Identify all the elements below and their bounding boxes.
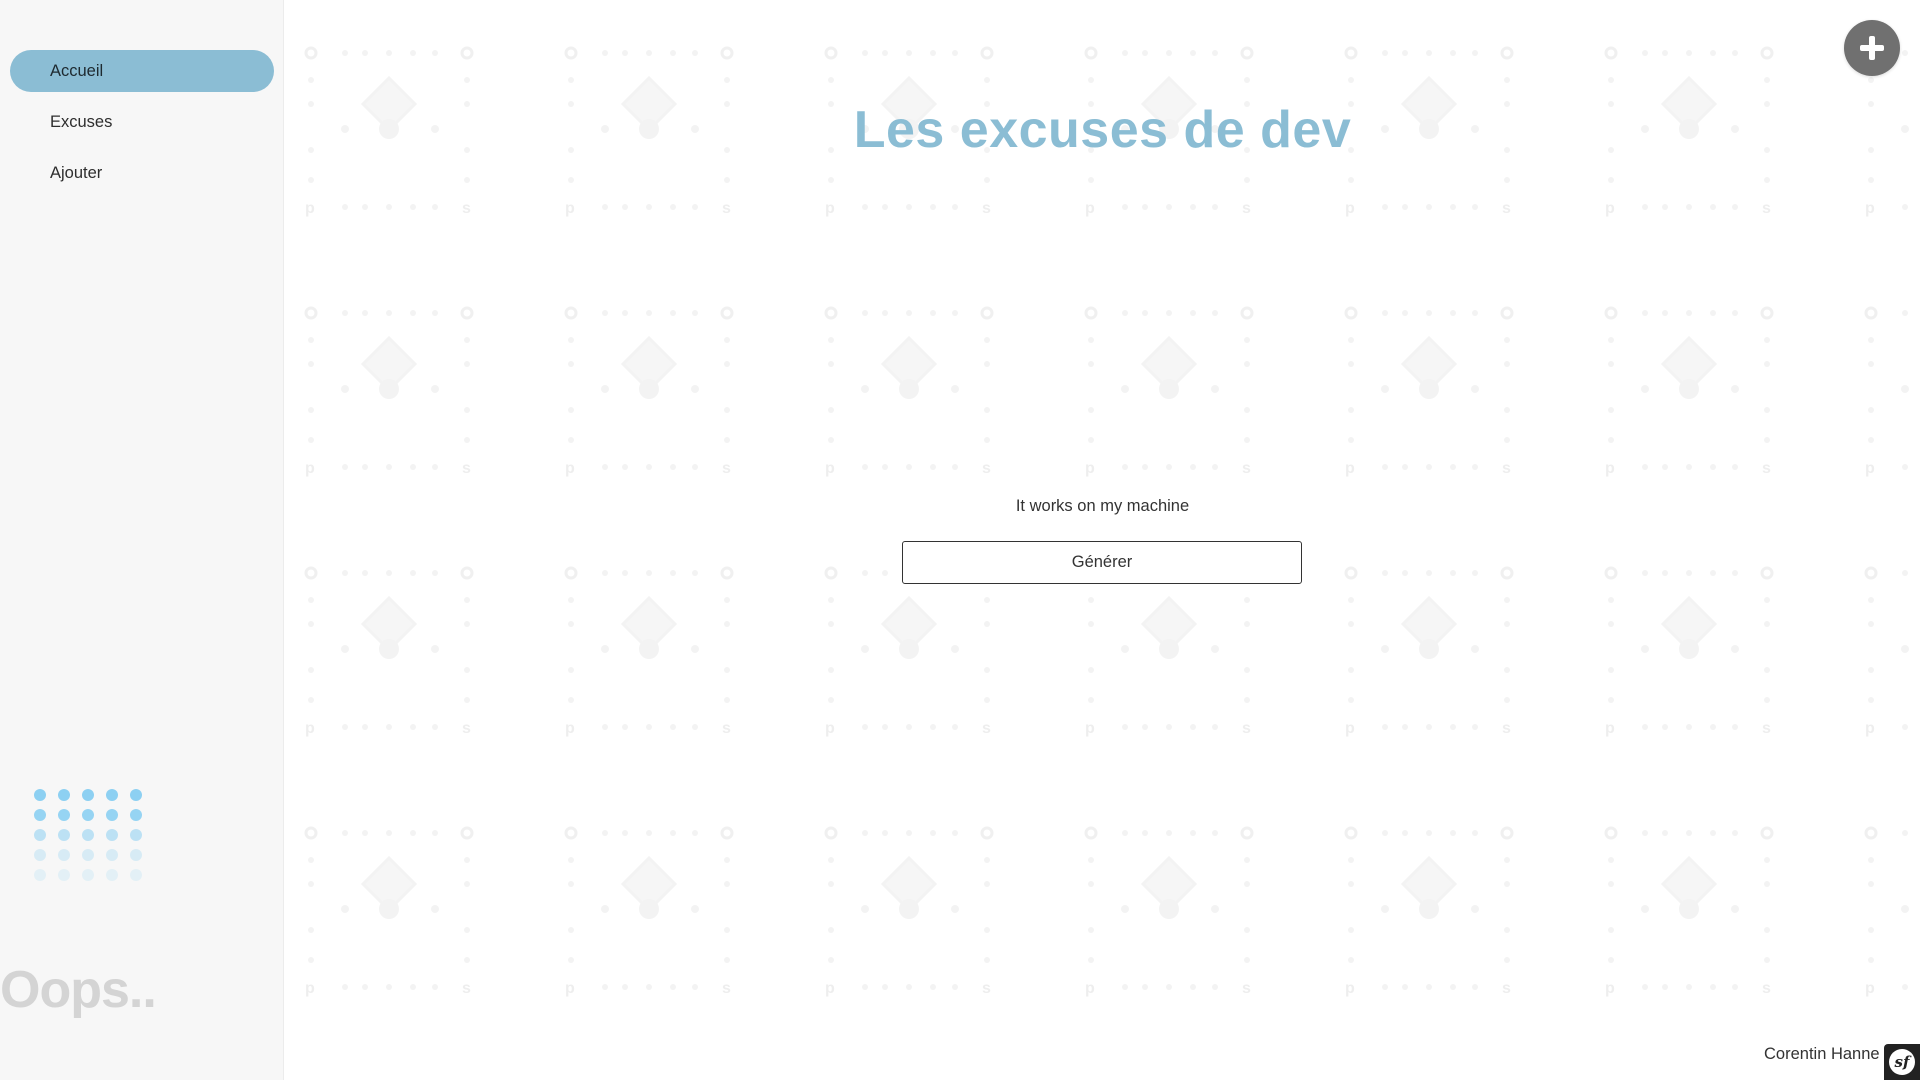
dots-decoration bbox=[34, 789, 142, 881]
decoration-dot bbox=[106, 789, 118, 801]
sidebar-item-ajouter[interactable]: Ajouter bbox=[10, 152, 274, 194]
decoration-dot bbox=[34, 829, 46, 841]
excuse-text: It works on my machine bbox=[1015, 497, 1190, 515]
sidebar: Accueil Excuses Ajouter Oops.. bbox=[0, 0, 284, 1080]
decoration-dot bbox=[106, 809, 118, 821]
add-button[interactable] bbox=[1844, 20, 1900, 76]
decoration-dot bbox=[106, 829, 118, 841]
background-pattern: p s bbox=[285, 0, 1920, 1080]
decoration-dot bbox=[130, 829, 142, 841]
symfony-icon: sf bbox=[1889, 1049, 1915, 1075]
oops-decoration-text: Oops.. bbox=[0, 961, 157, 1019]
page-title: Les excuses de dev bbox=[853, 101, 1352, 159]
decoration-dot bbox=[58, 789, 70, 801]
decoration-dot bbox=[130, 809, 142, 821]
sidebar-item-accueil[interactable]: Accueil bbox=[10, 50, 274, 92]
decoration-dot bbox=[130, 789, 142, 801]
decoration-dot bbox=[130, 869, 142, 881]
decoration-dot bbox=[58, 829, 70, 841]
decoration-dot bbox=[34, 789, 46, 801]
decoration-dot bbox=[34, 809, 46, 821]
decoration-dot bbox=[106, 869, 118, 881]
decoration-dot bbox=[34, 869, 46, 881]
decoration-dot bbox=[82, 849, 94, 861]
decoration-dot bbox=[82, 809, 94, 821]
decoration-dot bbox=[58, 809, 70, 821]
decoration-dot bbox=[58, 849, 70, 861]
decoration-dot bbox=[130, 849, 142, 861]
author-credit: Corentin Hanne bbox=[1764, 1045, 1880, 1063]
decoration-dot bbox=[34, 849, 46, 861]
main-content: p s Les excuses de dev It works on my ma… bbox=[285, 0, 1920, 1080]
sidebar-item-excuses[interactable]: Excuses bbox=[10, 101, 274, 143]
decoration-dot bbox=[82, 869, 94, 881]
symfony-toolbar-toggle[interactable]: sf bbox=[1884, 1044, 1920, 1080]
generate-button[interactable]: Générer bbox=[902, 541, 1302, 584]
decoration-dot bbox=[82, 789, 94, 801]
decoration-dot bbox=[82, 829, 94, 841]
decoration-dot bbox=[58, 869, 70, 881]
sidebar-nav: Accueil Excuses Ajouter bbox=[10, 50, 274, 203]
decoration-dot bbox=[106, 849, 118, 861]
